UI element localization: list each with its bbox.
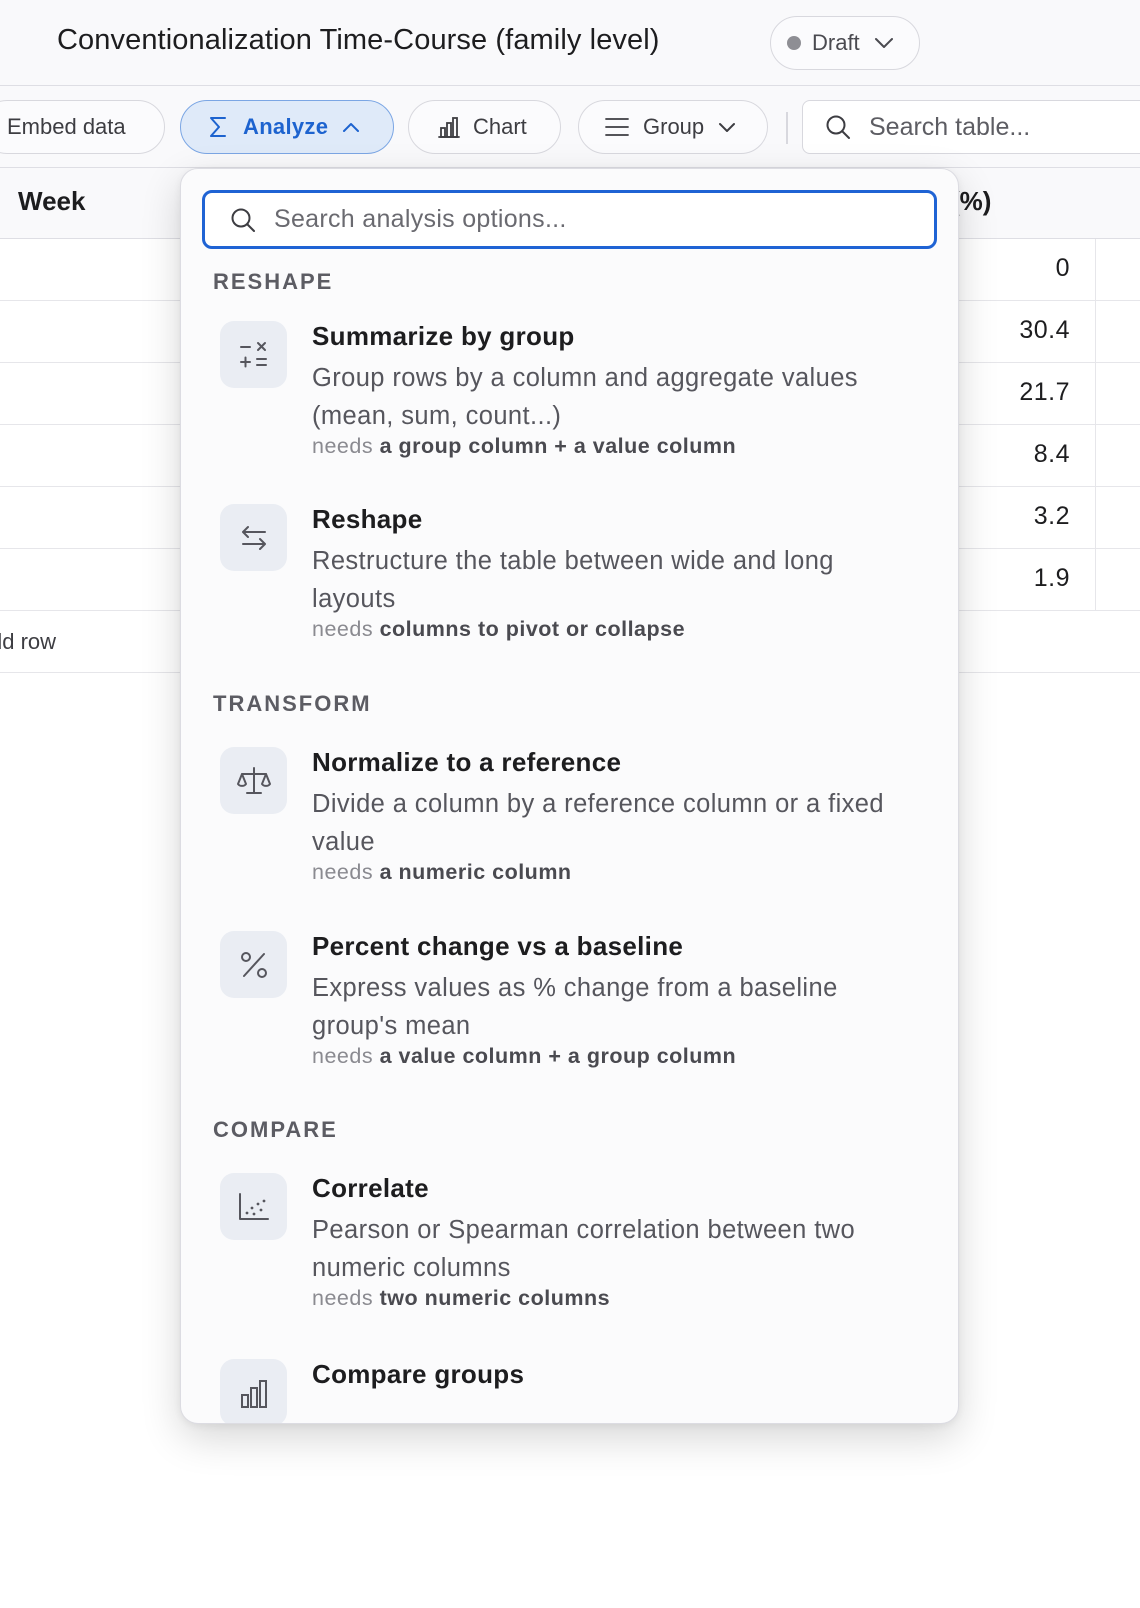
toolbar: Embed data Analyze Chart Group Search ta… [0,86,1140,168]
status-dot-icon [787,36,801,50]
scatter-plot-icon [220,1173,287,1240]
group-button[interactable]: Group [578,100,768,154]
needs-prefix: needs [312,434,374,458]
needs-value: a value column + a group column [379,1044,737,1068]
table-cell[interactable]: 8.4 [1034,440,1070,469]
option-name: Normalize to a reference [312,747,622,777]
option-percent-change[interactable]: Percent change vs a baseline Express val… [199,931,939,1071]
chevron-down-icon [719,123,736,132]
add-row-label: dd row [0,629,57,654]
group-label: Group [643,114,705,139]
needs-value: a numeric column [379,860,572,884]
option-description: Express values as % change from a baseli… [312,974,838,1040]
option-compare-groups[interactable]: Compare groups [199,1359,939,1423]
bar-chart-icon [437,115,461,139]
page-title: Conventionalization Time-Course (family … [57,24,660,56]
option-requirements: needs a numeric column [312,860,572,885]
analysis-search-input[interactable] [272,204,916,235]
option-name: Reshape [312,504,423,534]
search-icon [826,115,850,139]
section-label-compare: COMPARE [213,1117,338,1142]
option-summarize-by-group[interactable]: Summarize by group Group rows by a colum… [199,321,939,461]
search-icon [231,208,255,232]
option-name: Correlate [312,1173,429,1203]
analyze-label: Analyze [243,114,329,139]
section-label-reshape: RESHAPE [213,269,334,294]
table-search-input[interactable] [867,111,1140,143]
status-label: Draft [812,30,860,55]
needs-value: a group column + a value column [379,434,737,458]
needs-value: two numeric columns [379,1286,611,1310]
table-cell[interactable]: 3.2 [1034,502,1070,531]
needs-prefix: needs [312,617,374,641]
option-description: Restructure the table between wide and l… [312,547,834,613]
bar-chart-icon [220,1359,287,1423]
table-cell[interactable]: 0 [1056,254,1070,283]
option-name: Percent change vs a baseline [312,931,684,961]
chart-label: Chart [473,114,527,139]
chevron-up-icon [343,123,360,132]
option-description: Pearson or Spearman correlation between … [312,1216,856,1282]
option-requirements: needs a group column + a value column [312,434,736,459]
scale-icon [220,747,287,814]
analyze-button[interactable]: Analyze [180,100,394,154]
analyze-menu: RESHAPE Summarize by group Group rows by… [180,168,959,1424]
toolbar-divider [786,112,788,144]
needs-value: columns to pivot or collapse [379,617,686,641]
swap-arrows-icon [220,504,287,571]
option-requirements: needs a value column + a group column [312,1044,736,1069]
status-dropdown[interactable]: Draft [770,16,920,70]
table-cell[interactable]: 1.9 [1034,564,1070,593]
option-name: Summarize by group [312,321,575,351]
sigma-icon [207,115,229,139]
needs-prefix: needs [312,860,374,884]
option-requirements: needs columns to pivot or collapse [312,617,685,642]
table-search[interactable] [802,100,1140,154]
embed-data-label: Embed data [7,114,126,139]
option-description: Group rows by a column and aggregate val… [312,364,858,430]
option-correlate[interactable]: Correlate Pearson or Spearman correlatio… [199,1173,939,1313]
calculator-icon [220,321,287,388]
menu-lines-icon [605,117,629,137]
title-bar: Conventionalization Time-Course (family … [0,0,1140,86]
percent-icon [220,931,287,998]
table-cell[interactable]: 30.4 [1019,316,1070,345]
option-description: Divide a column by a reference column or… [312,790,884,856]
needs-prefix: needs [312,1286,374,1310]
chevron-down-icon [874,38,893,48]
option-name: Compare groups [312,1359,525,1389]
analysis-search[interactable] [202,190,937,249]
embed-data-button[interactable]: Embed data [0,100,165,154]
section-label-transform: TRANSFORM [213,691,372,716]
column-header-week[interactable]: Week [18,186,85,217]
option-normalize[interactable]: Normalize to a reference Divide a column… [199,747,939,887]
option-reshape[interactable]: Reshape Restructure the table between wi… [199,504,939,644]
needs-prefix: needs [312,1044,374,1068]
option-requirements: needs two numeric columns [312,1286,610,1311]
table-cell[interactable]: 21.7 [1019,378,1070,407]
chart-button[interactable]: Chart [408,100,561,154]
